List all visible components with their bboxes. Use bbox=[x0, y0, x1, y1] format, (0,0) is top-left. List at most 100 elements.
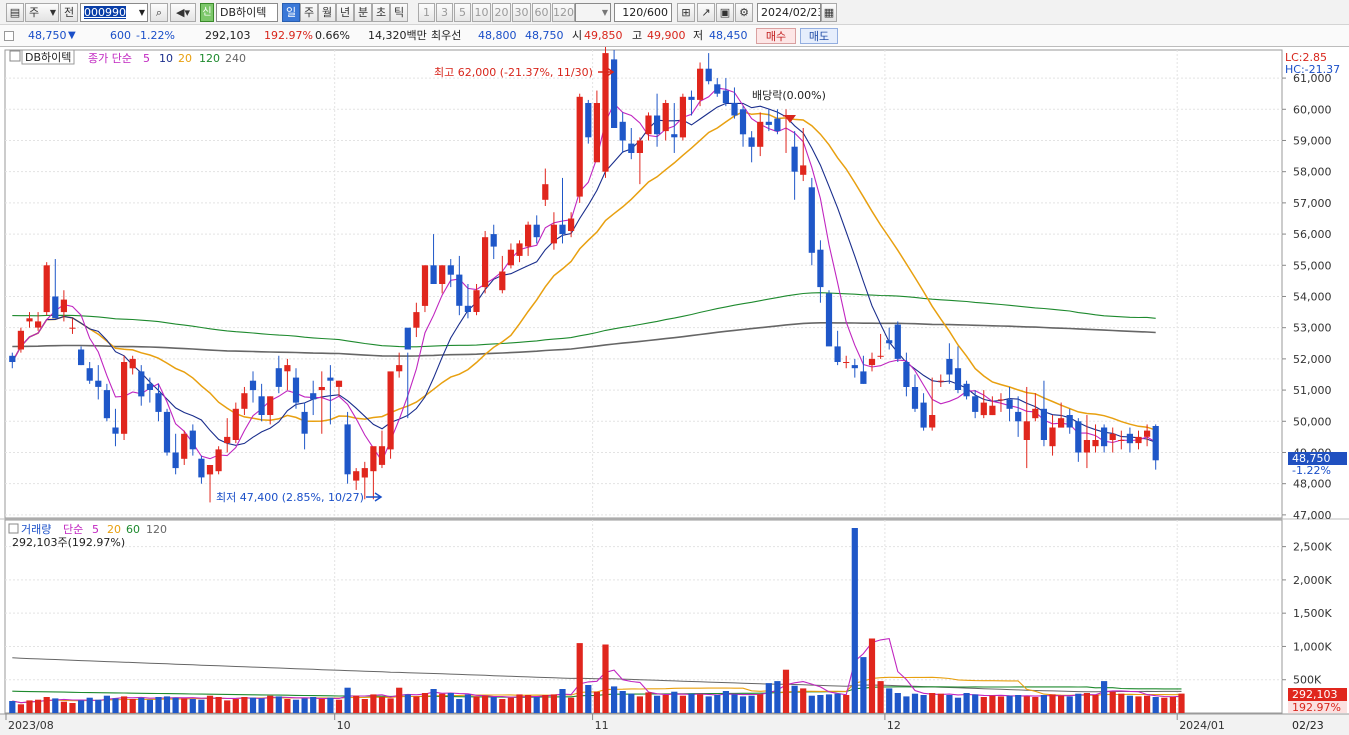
volume-axis-label: 2,500K bbox=[1293, 541, 1332, 554]
volume-bar bbox=[378, 697, 386, 713]
candle-body bbox=[284, 365, 291, 372]
candle-body bbox=[146, 383, 153, 390]
volume-bar bbox=[817, 695, 824, 713]
checkbox-icon[interactable] bbox=[4, 31, 14, 41]
period-tab-3[interactable]: 년 bbox=[336, 3, 354, 22]
candle-body bbox=[138, 371, 145, 397]
volume-bar bbox=[1040, 695, 1047, 713]
volume-axis-label: 2,000K bbox=[1293, 574, 1332, 587]
volume-bar bbox=[1169, 697, 1176, 713]
gear-icon[interactable]: ⚙ bbox=[735, 3, 753, 22]
minute-tab-60[interactable]: 60 bbox=[532, 3, 551, 22]
minute-tab-1[interactable]: 1 bbox=[418, 3, 435, 22]
candle-body bbox=[507, 249, 514, 266]
calendar-icon[interactable]: ▦ bbox=[821, 3, 837, 22]
turnover-rate: 0.66% bbox=[315, 29, 350, 42]
candle-body bbox=[60, 299, 67, 313]
stock-chart[interactable]: 61,00060,00059,00058,00057,00056,00055,0… bbox=[0, 47, 1349, 735]
candle-body bbox=[516, 243, 523, 256]
top-toolbar: ▤ 주 ▼ 전 000990 ▼ ⌕ ◀▾ 신 DB하이텍 일주월년분초틱 135… bbox=[0, 0, 1349, 25]
minute-tab-10[interactable]: 10 bbox=[472, 3, 491, 22]
high-annotation: 최고 62,000 (-21.37%, 11/30) bbox=[434, 66, 593, 79]
candle-body bbox=[464, 305, 471, 312]
candle-body bbox=[963, 383, 970, 397]
search-icon[interactable]: ⌕ bbox=[150, 3, 168, 22]
volume-bar bbox=[533, 697, 540, 713]
minute-tab-5[interactable]: 5 bbox=[454, 3, 471, 22]
volume-bar bbox=[765, 683, 772, 713]
volume-bar bbox=[1109, 691, 1116, 713]
legend-ma240: 240 bbox=[225, 52, 246, 65]
minute-tab-120[interactable]: 120 bbox=[552, 3, 575, 22]
period-tab-4[interactable]: 분 bbox=[354, 3, 372, 22]
price-axis-label: 58,000 bbox=[1293, 166, 1332, 179]
volume-bar bbox=[232, 699, 239, 713]
volume-legend-value: 292,103주(192.97%) bbox=[12, 536, 125, 549]
volume-bar bbox=[628, 693, 635, 713]
dividend-annotation: 배당락(0.00%) bbox=[752, 89, 826, 102]
minute-tab-30[interactable]: 30 bbox=[512, 3, 531, 22]
draw-line-icon[interactable]: ↗ bbox=[697, 3, 715, 22]
display-count-field[interactable]: 120/600 bbox=[614, 3, 672, 22]
volume-bar bbox=[920, 695, 927, 713]
candle-body bbox=[163, 411, 171, 453]
period-tab-6[interactable]: 틱 bbox=[390, 3, 408, 22]
legend-stock-name: DB하이텍 bbox=[25, 50, 71, 64]
period-tab-5[interactable]: 초 bbox=[372, 3, 390, 22]
layout-icon[interactable]: ▤ bbox=[6, 3, 24, 22]
volume-bar bbox=[791, 685, 798, 713]
speaker-icon[interactable]: ◀▾ bbox=[170, 3, 196, 22]
sell-button[interactable]: 매도 bbox=[800, 28, 838, 44]
current-change-pct: -1.22% bbox=[1292, 464, 1331, 477]
volume-bar bbox=[353, 695, 360, 713]
period-value-field[interactable]: ▼ bbox=[575, 3, 611, 22]
high-price: 49,900 bbox=[647, 29, 686, 42]
candle-body bbox=[490, 234, 497, 247]
minute-tab-3[interactable]: 3 bbox=[436, 3, 453, 22]
legend-checkbox-icon[interactable] bbox=[9, 50, 21, 62]
stock-code-input[interactable]: 000990 ▼ bbox=[80, 3, 148, 22]
volume-bar bbox=[413, 696, 420, 713]
volume-bar bbox=[1144, 695, 1151, 713]
buy-button[interactable]: 매수 bbox=[756, 28, 796, 44]
volume-bar bbox=[421, 693, 429, 713]
candle-body bbox=[877, 355, 884, 357]
volume-legend-checkbox-icon[interactable] bbox=[8, 523, 19, 534]
candle-body bbox=[972, 396, 979, 412]
volume-bar bbox=[1049, 694, 1056, 713]
volume-ratio: 192.97% bbox=[264, 29, 313, 42]
volume-bar bbox=[35, 699, 42, 713]
market-type-select[interactable]: 주 ▼ bbox=[25, 3, 59, 22]
volume-bar bbox=[714, 695, 721, 713]
minute-tab-20[interactable]: 20 bbox=[492, 3, 511, 22]
volume-bar bbox=[267, 695, 274, 713]
volume-bar bbox=[1015, 695, 1022, 713]
candle-body bbox=[946, 358, 953, 375]
period-tab-2[interactable]: 월 bbox=[318, 3, 336, 22]
volume-bar bbox=[688, 693, 695, 713]
volume-bar bbox=[903, 696, 910, 713]
low-label: 저 bbox=[693, 29, 704, 42]
all-button[interactable]: 전 bbox=[60, 3, 78, 22]
volume-bar bbox=[782, 669, 790, 713]
period-tab-1[interactable]: 주 bbox=[300, 3, 318, 22]
volume-bar bbox=[1126, 695, 1133, 713]
candle-body bbox=[800, 165, 807, 175]
volume-legend-ma5: 5 bbox=[92, 523, 99, 536]
down-arrow-icon: ▼ bbox=[68, 30, 76, 41]
candle-body bbox=[636, 140, 643, 153]
period-tabs: 일주월년분초틱 bbox=[282, 3, 414, 22]
volume-bar bbox=[585, 685, 592, 713]
volume-bar bbox=[387, 698, 394, 713]
volume-bar bbox=[439, 693, 446, 713]
candle-body bbox=[258, 396, 265, 415]
period-tab-0[interactable]: 일 bbox=[282, 3, 300, 22]
volume-bar bbox=[1032, 697, 1039, 713]
candle-body bbox=[654, 115, 661, 135]
save-icon[interactable]: ▣ bbox=[716, 3, 734, 22]
volume-bar bbox=[1083, 693, 1090, 713]
date-input[interactable]: 2024/02/23 bbox=[757, 3, 821, 22]
grid-settings-icon[interactable]: ⊞ bbox=[677, 3, 695, 22]
x-axis-label: 12 bbox=[887, 719, 901, 732]
candle-body bbox=[714, 84, 721, 94]
